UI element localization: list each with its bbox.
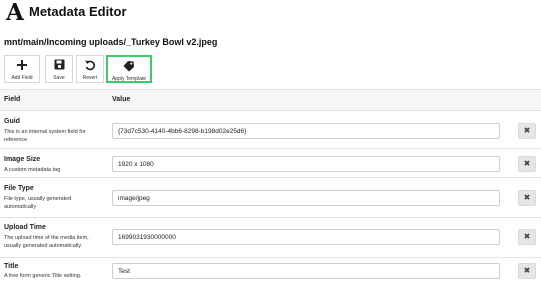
value-input[interactable] [112,263,500,279]
table-row: File Type File type, usually generated a… [0,178,541,218]
column-header-value: Value [112,96,131,103]
add-field-label: Add Field [11,75,33,81]
field-name: Image Size [4,156,41,163]
delete-icon[interactable]: ✖ [518,229,536,245]
field-name: Upload Time [4,224,46,231]
field-name: File Type [4,185,34,192]
delete-icon[interactable]: ✖ [518,156,536,172]
revert-label: Revert [82,75,98,81]
field-name: Guid [4,118,20,125]
tags-icon [108,60,150,74]
table-row: Upload Time The upload time of the media… [0,218,541,258]
value-input[interactable] [112,156,500,172]
floppy-icon [46,59,72,73]
table-row: Image Size A custom metadata tag ✖ [0,149,541,178]
field-description: A custom metadata tag [4,167,61,173]
value-input[interactable] [112,190,500,206]
save-label: Save [53,75,65,81]
plus-icon [5,59,39,73]
file-path: mnt/main/Incoming uploads/_Turkey Bowl v… [4,37,218,47]
field-description: File type, usually generated automatical… [4,196,72,210]
undo-icon [77,59,103,73]
revert-button[interactable]: Revert [76,55,104,83]
table-row: Guid This is an internal system field fo… [0,111,541,149]
field-name: Title [4,263,19,270]
app-header: A Metadata Editor [0,0,541,26]
add-field-button[interactable]: Add Field [4,55,40,83]
save-button[interactable]: Save [45,55,73,83]
column-header-field: Field [4,96,21,103]
toolbar: Add Field Save Revert Apply Template [0,55,541,85]
grid-header: Field Value [0,89,541,111]
app-logo: A [6,0,24,26]
value-input[interactable] [112,229,500,245]
delete-icon[interactable]: ✖ [518,263,536,279]
apply-template-button[interactable]: Apply Template [106,55,152,83]
table-row: Title A free form generic Title setting.… [0,258,541,283]
apply-template-label: Apply Template [111,76,147,82]
delete-icon[interactable]: ✖ [518,190,536,206]
field-description: A free form generic Title setting. [4,273,82,279]
value-input[interactable] [112,123,500,139]
field-description: The upload time of the media item, usual… [4,235,89,249]
delete-icon[interactable]: ✖ [518,123,536,139]
field-description: This is an internal system field for ref… [4,129,86,143]
app-title: Metadata Editor [29,4,127,19]
